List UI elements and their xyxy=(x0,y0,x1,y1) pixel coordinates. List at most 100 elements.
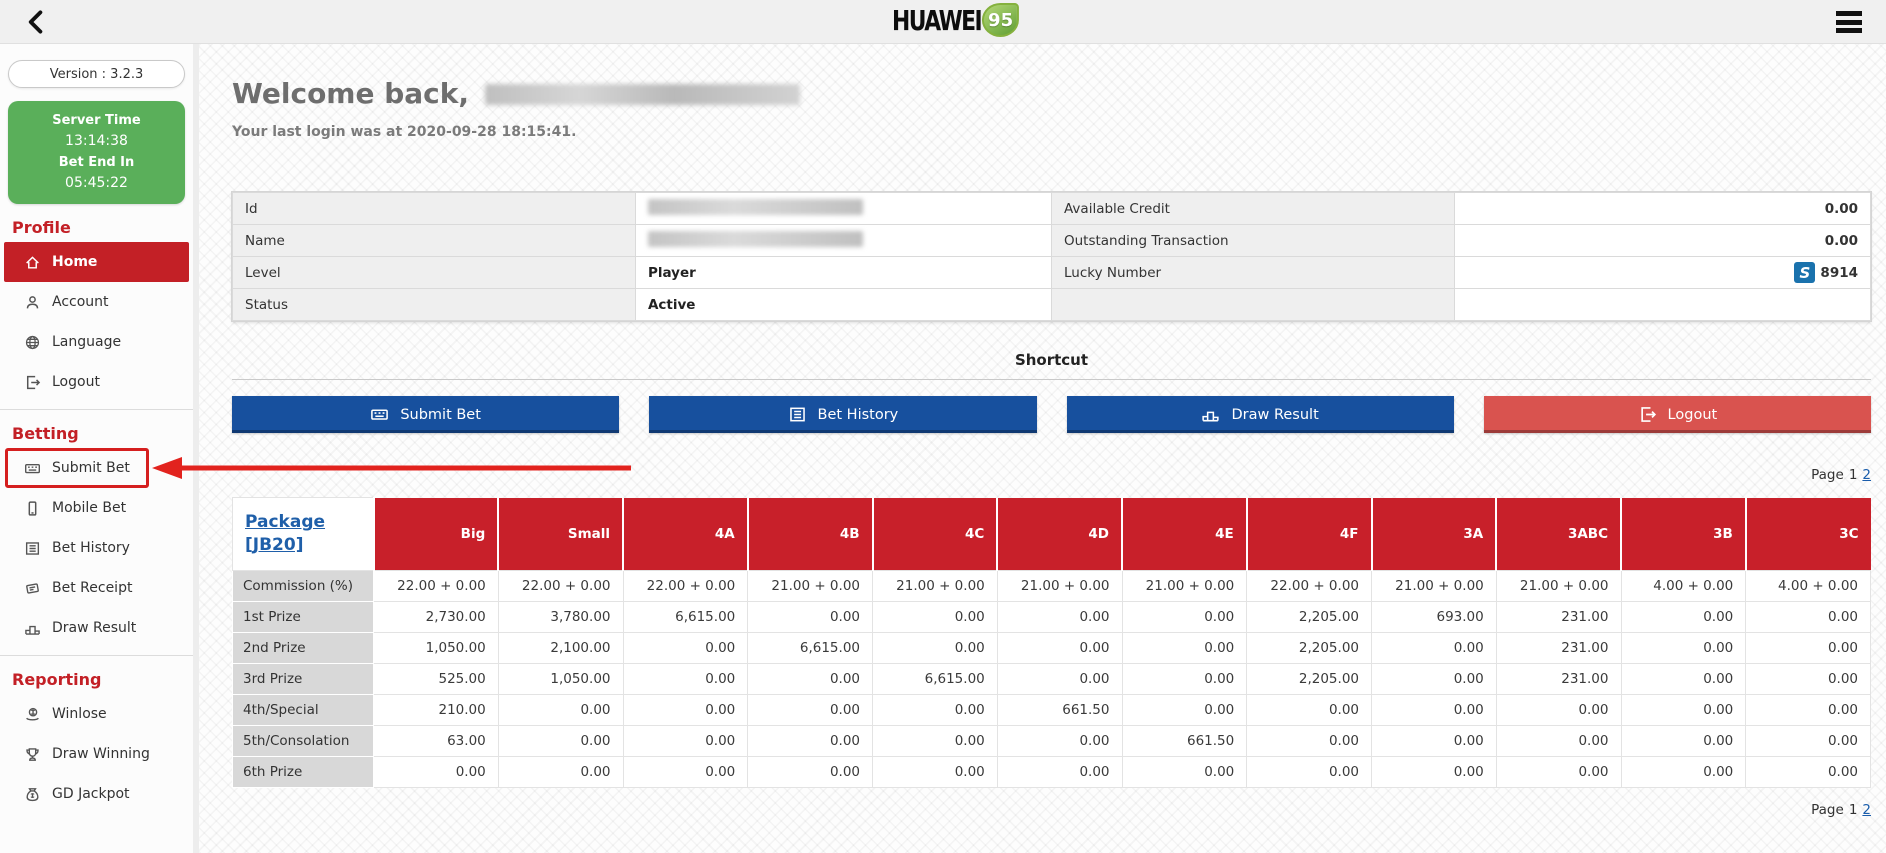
available-credit-label: Available Credit xyxy=(1051,193,1454,225)
pagination-top: Page12 xyxy=(232,467,1871,483)
sidebar-item-winlose[interactable]: Winlose xyxy=(0,694,193,734)
sidebar-item-submit-bet[interactable]: Submit Bet xyxy=(0,448,193,488)
package-column-header: Big xyxy=(374,498,499,571)
sidebar-item-home[interactable]: Home xyxy=(4,242,189,282)
value-cell: 21.00 + 0.00 xyxy=(1122,571,1247,602)
level-value: Player xyxy=(635,257,1051,289)
button-label: Submit Bet xyxy=(400,407,481,423)
empty-label-cell xyxy=(1051,289,1454,321)
lucky-number-label: Lucky Number xyxy=(1051,257,1454,289)
package-column-header: 3B xyxy=(1621,498,1746,571)
draw-result-button[interactable]: Draw Result xyxy=(1067,396,1454,433)
value-cell: 3,780.00 xyxy=(498,602,623,633)
package-column-header: 3ABC xyxy=(1496,498,1621,571)
value-cell: 22.00 + 0.00 xyxy=(1247,571,1372,602)
sidebar-item-label: Account xyxy=(52,294,109,310)
sidebar-item-language[interactable]: Language xyxy=(0,322,193,362)
sidebar-item-logout[interactable]: Logout xyxy=(0,362,193,402)
package-table-row: 3rd Prize525.001,050.000.000.006,615.000… xyxy=(233,664,1871,695)
value-cell: 0.00 xyxy=(1621,757,1746,788)
value-cell: 0.00 xyxy=(1746,664,1871,695)
value-cell: 22.00 + 0.00 xyxy=(498,571,623,602)
value-cell: 661.50 xyxy=(997,695,1122,726)
value-cell: 0.00 xyxy=(1122,695,1247,726)
value-cell: 2,205.00 xyxy=(1247,602,1372,633)
logout-button[interactable]: Logout xyxy=(1484,396,1871,433)
value-cell: 0.00 xyxy=(873,695,998,726)
currency-s-icon: S xyxy=(1794,262,1815,283)
package-table-row: 6th Prize0.000.000.000.000.000.000.000.0… xyxy=(233,757,1871,788)
bet-end-label: Bet End In xyxy=(8,152,185,173)
sidebar: Version : 3.2.3 Server Time 13:14:38 Bet… xyxy=(0,44,199,853)
value-cell: 0.00 xyxy=(1122,757,1247,788)
value-cell: 0.00 xyxy=(748,602,873,633)
list-icon xyxy=(788,405,807,424)
value-cell: 4.00 + 0.00 xyxy=(1621,571,1746,602)
package-column-header: 4A xyxy=(623,498,748,571)
value-cell: 0.00 xyxy=(1247,757,1372,788)
value-cell: 0.00 xyxy=(498,726,623,757)
shortcut-heading: Shortcut xyxy=(232,351,1871,369)
sidebar-item-label: Home xyxy=(52,254,97,270)
sidebar-item-mobile-bet[interactable]: Mobile Bet xyxy=(0,488,193,528)
sidebar-item-gd-jackpot[interactable]: GD Jackpot xyxy=(0,774,193,814)
page-link-2[interactable]: 2 xyxy=(1862,802,1871,818)
value-cell: 210.00 xyxy=(374,695,499,726)
row-label: 6th Prize xyxy=(233,757,374,788)
value-cell: 0.00 xyxy=(748,726,873,757)
shortcut-divider xyxy=(232,379,1871,380)
row-label: 1st Prize xyxy=(233,602,374,633)
package-column-header: 4F xyxy=(1247,498,1372,571)
value-cell: 0.00 xyxy=(997,726,1122,757)
package-link[interactable]: Package [JB20] xyxy=(245,511,325,557)
value-cell: 0.00 xyxy=(748,757,873,788)
keypad-icon xyxy=(24,460,41,477)
sidebar-item-label: Bet History xyxy=(52,540,130,556)
value-cell: 1,050.00 xyxy=(498,664,623,695)
value-cell: 231.00 xyxy=(1496,602,1621,633)
value-cell: 0.00 xyxy=(1247,726,1372,757)
value-cell: 0.00 xyxy=(1496,726,1621,757)
section-heading-profile: Profile xyxy=(0,218,193,238)
value-cell: 231.00 xyxy=(1496,664,1621,695)
value-cell: 0.00 xyxy=(1122,664,1247,695)
page-label: Page xyxy=(1811,802,1844,818)
sidebar-item-draw-winning[interactable]: Draw Winning xyxy=(0,734,193,774)
value-cell: 0.00 xyxy=(1621,726,1746,757)
home-icon xyxy=(24,254,41,271)
value-cell: 661.50 xyxy=(1122,726,1247,757)
value-cell: 22.00 + 0.00 xyxy=(623,571,748,602)
sidebar-item-label: GD Jackpot xyxy=(52,786,130,802)
app-window: HUAWEI 95 Version : 3.2.3 Server Time 13… xyxy=(0,0,1886,853)
server-time-label: Server Time xyxy=(8,110,185,131)
value-cell: 21.00 + 0.00 xyxy=(1372,571,1497,602)
value-cell: 0.00 xyxy=(623,633,748,664)
top-bar: HUAWEI 95 xyxy=(0,0,1886,44)
section-heading-betting: Betting xyxy=(0,424,193,444)
table-row: Status Active xyxy=(233,289,1871,321)
globe-icon xyxy=(24,334,41,351)
value-cell: 0.00 xyxy=(374,757,499,788)
submit-bet-button[interactable]: Submit Bet xyxy=(232,396,619,433)
sidebar-item-label: Draw Winning xyxy=(52,746,150,762)
value-cell: 0.00 xyxy=(997,664,1122,695)
bet-history-button[interactable]: Bet History xyxy=(649,396,1036,433)
redacted-id xyxy=(648,199,863,215)
back-icon[interactable] xyxy=(22,8,50,36)
sidebar-divider xyxy=(0,655,193,656)
value-cell: 21.00 + 0.00 xyxy=(748,571,873,602)
sidebar-item-bet-receipt[interactable]: Bet Receipt xyxy=(0,568,193,608)
package-column-header: 4B xyxy=(748,498,873,571)
package-column-header: 4E xyxy=(1122,498,1247,571)
sidebar-item-label: Submit Bet xyxy=(52,460,130,476)
hamburger-icon[interactable] xyxy=(1836,11,1862,33)
sidebar-item-bet-history[interactable]: Bet History xyxy=(0,528,193,568)
sidebar-item-account[interactable]: Account xyxy=(0,282,193,322)
sidebar-item-label: Draw Result xyxy=(52,620,136,636)
sidebar-item-draw-result[interactable]: Draw Result xyxy=(0,608,193,648)
package-column-header: 3C xyxy=(1746,498,1871,571)
row-label: 4th/Special xyxy=(233,695,374,726)
page-link-2[interactable]: 2 xyxy=(1862,467,1871,483)
user-icon xyxy=(24,294,41,311)
package-cell: Package [JB20] xyxy=(233,498,374,571)
